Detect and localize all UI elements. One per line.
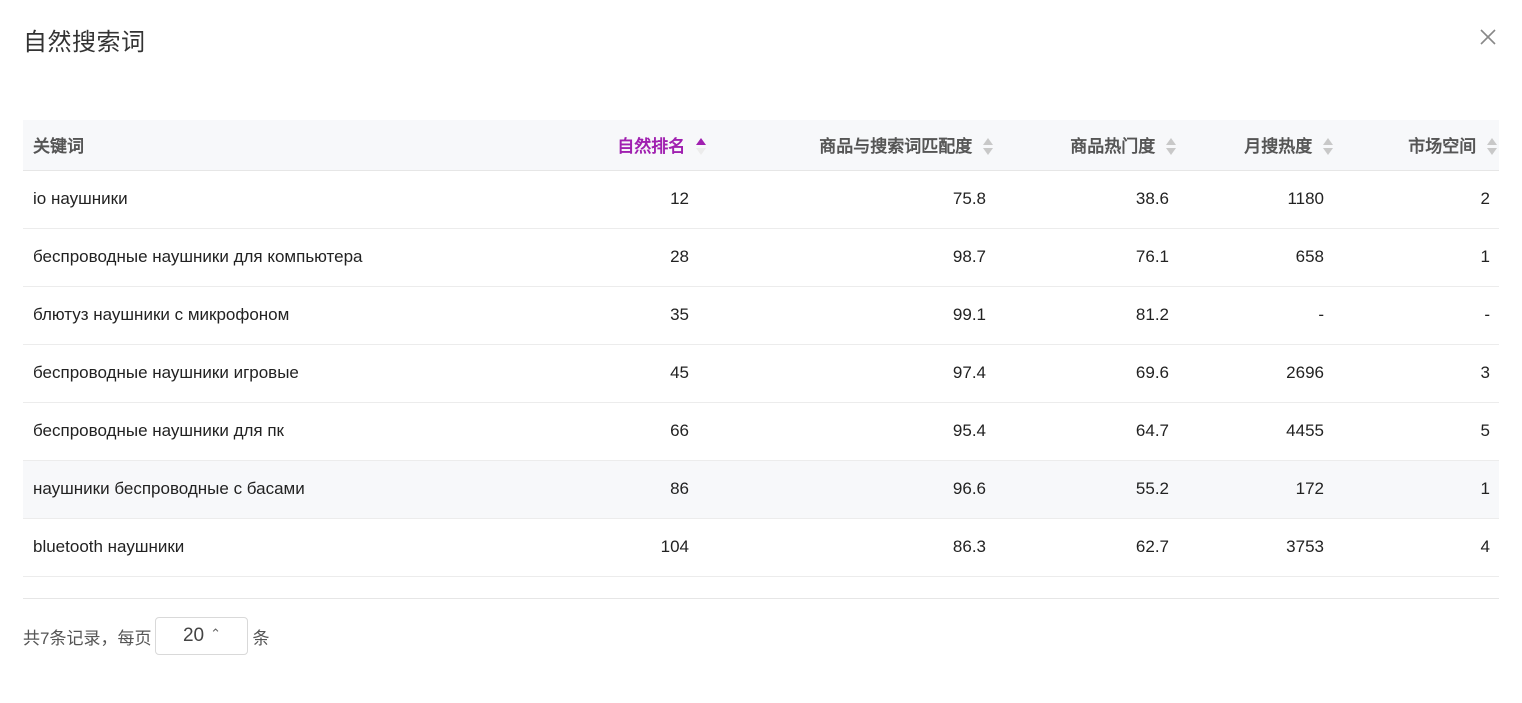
table-row: беспроводные наушники для пк 66 95.4 64.7 44… <box>23 402 1499 461</box>
column-label: 商品热门度 <box>1070 137 1156 157</box>
product-popularity-cell: 38.6 <box>993 170 1176 229</box>
page-size-suffix: 条 <box>252 628 270 648</box>
match-score-cell: 97.4 <box>706 344 993 403</box>
keyword-cell: беспроводные наушники игровые <box>23 344 568 403</box>
table-row: наушники беспроводные с басами 86 96.6 55.2… <box>23 460 1499 519</box>
page-size-select[interactable]: 20 ⌃ <box>155 617 249 655</box>
natural-rank-cell: 86 <box>568 460 706 519</box>
product-popularity-cell: 76.1 <box>993 228 1176 287</box>
match-score-cell: 98.7 <box>706 228 993 287</box>
product-popularity-cell: 69.6 <box>993 344 1176 403</box>
natural-rank-cell: 45 <box>568 344 706 403</box>
natural-rank-cell: 28 <box>568 228 706 287</box>
match-score-cell: 75.8 <box>706 170 993 229</box>
column-label: 月搜热度 <box>1244 137 1313 157</box>
sort-icon[interactable] <box>1323 137 1333 156</box>
column-header-natural-rank[interactable]: 自然排名 <box>568 120 706 171</box>
market-space-cell: 1 <box>1333 460 1499 519</box>
column-label: 商品与搜索词匹配度 <box>819 137 973 157</box>
market-space-cell: 3 <box>1333 344 1499 403</box>
monthly-search-cell: 4455 <box>1176 402 1333 461</box>
keyword-cell: наушники беспроводные с басами <box>23 460 568 519</box>
sort-icon[interactable] <box>1487 137 1497 156</box>
keyword-cell: io наушники <box>23 170 568 229</box>
column-label: 市场空间 <box>1408 137 1477 157</box>
keyword-cell: блютуз наушники с микрофоном <box>23 286 568 345</box>
keyword-cell: bluetooth наушники <box>23 518 568 577</box>
pagination: 共7条记录，每页 20 ⌃ 条 <box>23 616 269 656</box>
column-label: 关键词 <box>33 137 84 157</box>
column-header-monthly-search[interactable]: 月搜热度 <box>1176 120 1333 171</box>
divider <box>23 598 1499 599</box>
table-row: беспроводные наушники игровые 45 97.4 69.6 2… <box>23 344 1499 403</box>
column-header-market-space[interactable]: 市场空间 <box>1333 120 1499 171</box>
table-row: беспроводные наушники для компьютера 28 98… <box>23 228 1499 287</box>
sort-asc-icon[interactable] <box>696 137 706 156</box>
match-score-cell: 86.3 <box>706 518 993 577</box>
market-space-cell: 4 <box>1333 518 1499 577</box>
market-space-cell: - <box>1333 286 1499 345</box>
product-popularity-cell: 62.7 <box>993 518 1176 577</box>
dialog-title: 自然搜索词 <box>23 29 146 56</box>
keyword-cell: беспроводные наушники для пк <box>23 402 568 461</box>
chevron-up-icon: ⌃ <box>210 626 221 641</box>
close-icon[interactable] <box>1478 27 1498 47</box>
product-popularity-cell: 55.2 <box>993 460 1176 519</box>
page-size-value: 20 <box>182 625 205 646</box>
sort-icon[interactable] <box>983 137 993 156</box>
sort-icon[interactable] <box>1166 137 1176 156</box>
monthly-search-cell: 2696 <box>1176 344 1333 403</box>
monthly-search-cell: - <box>1176 286 1333 345</box>
monthly-search-cell: 1180 <box>1176 170 1333 229</box>
natural-rank-cell: 12 <box>568 170 706 229</box>
column-header-product-popularity[interactable]: 商品热门度 <box>993 120 1176 171</box>
monthly-search-cell: 3753 <box>1176 518 1333 577</box>
table-header-row: 关键词 自然排名 商品与搜索词匹配度 商品热门度 月搜热度 市场空间 <box>23 120 1499 171</box>
match-score-cell: 95.4 <box>706 402 993 461</box>
natural-rank-cell: 66 <box>568 402 706 461</box>
match-score-cell: 96.6 <box>706 460 993 519</box>
column-header-match-score[interactable]: 商品与搜索词匹配度 <box>706 120 993 171</box>
product-popularity-cell: 64.7 <box>993 402 1176 461</box>
table-row: io наушники 12 75.8 38.6 1180 2 <box>23 170 1499 229</box>
natural-rank-cell: 35 <box>568 286 706 345</box>
total-records-text: 共7条记录，每页 <box>23 628 152 648</box>
product-popularity-cell: 81.2 <box>993 286 1176 345</box>
column-label: 自然排名 <box>617 137 686 157</box>
keyword-table: 关键词 自然排名 商品与搜索词匹配度 商品热门度 月搜热度 市场空间 io на… <box>23 120 1499 577</box>
keyword-cell: беспроводные наушники для компьютера <box>23 228 568 287</box>
natural-rank-cell: 104 <box>568 518 706 577</box>
market-space-cell: 5 <box>1333 402 1499 461</box>
table-row: bluetooth наушники 104 86.3 62.7 3753 4 <box>23 518 1499 577</box>
monthly-search-cell: 172 <box>1176 460 1333 519</box>
column-header-keyword: 关键词 <box>23 120 568 171</box>
table-row: блютуз наушники с микрофоном 35 99.1 81.2- - <box>23 286 1499 345</box>
match-score-cell: 99.1 <box>706 286 993 345</box>
monthly-search-cell: 658 <box>1176 228 1333 287</box>
market-space-cell: 1 <box>1333 228 1499 287</box>
market-space-cell: 2 <box>1333 170 1499 229</box>
